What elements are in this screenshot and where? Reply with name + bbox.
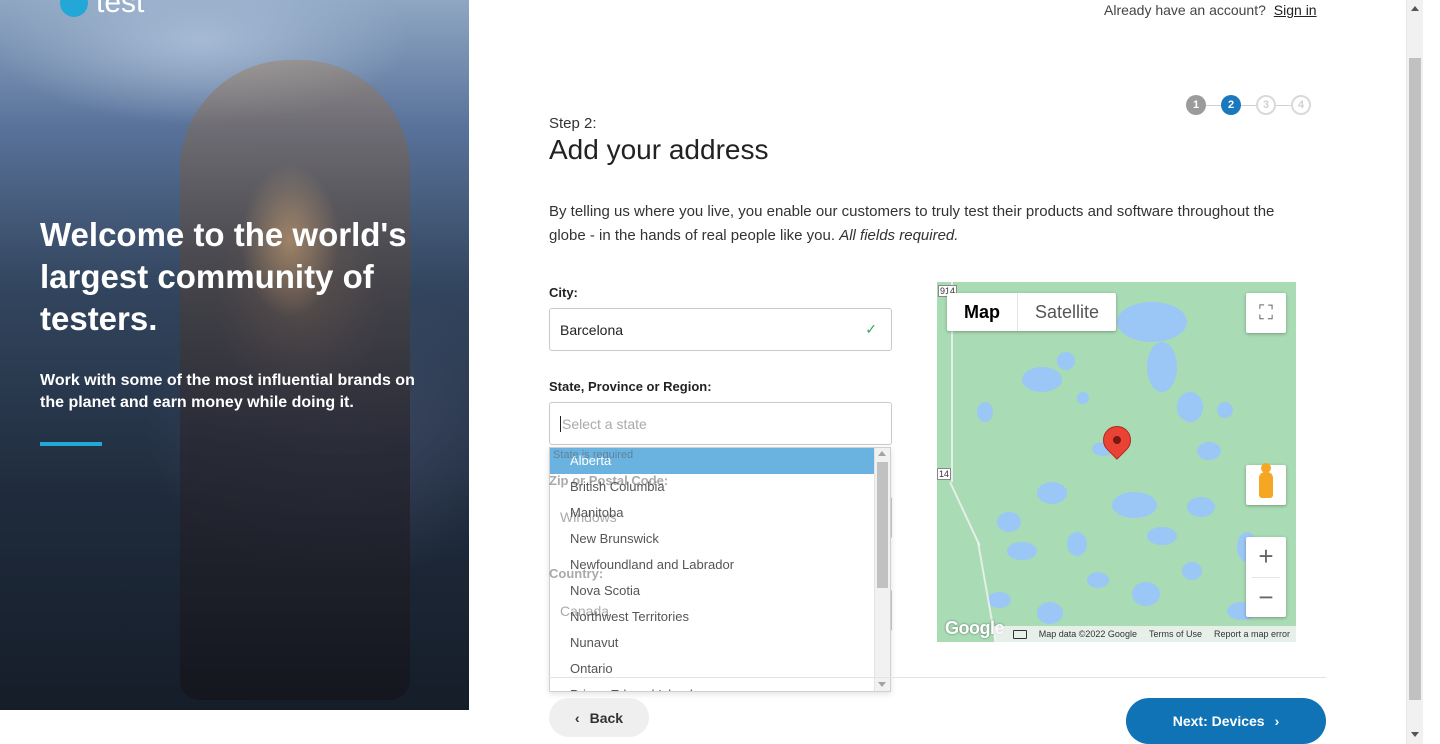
dropdown-scrollbar[interactable] <box>874 448 890 691</box>
next-button[interactable]: Next: Devices › <box>1126 698 1326 744</box>
step-4: 4 <box>1291 95 1311 115</box>
logo-text: test <box>96 0 145 19</box>
chevron-right-icon: › <box>1274 713 1280 729</box>
report-map-error-link[interactable]: Report a map error <box>1214 629 1290 639</box>
keyboard-shortcuts-icon[interactable] <box>1012 629 1027 639</box>
map-data-attribution: Map data ©2022 Google <box>1038 629 1137 639</box>
step-1: 1 <box>1186 95 1206 115</box>
scroll-down-arrow-icon[interactable] <box>878 682 886 687</box>
option-prince-edward-island[interactable]: Prince Edward Island <box>550 682 890 691</box>
zoom-out-button[interactable]: − <box>1246 577 1286 617</box>
hero-accent-bar <box>40 442 102 446</box>
hero-panel: test Welcome to the world's largest comm… <box>0 0 469 710</box>
progress-stepper: 1 2 3 4 <box>1186 95 1311 115</box>
scroll-down-arrow-icon[interactable] <box>1411 732 1419 737</box>
page-scroll-thumb[interactable] <box>1409 58 1421 700</box>
option-manitoba[interactable]: Manitoba <box>550 500 890 526</box>
city-label: City: <box>549 285 578 300</box>
step-connector <box>1276 104 1291 106</box>
satellite-view-button[interactable]: Satellite <box>1017 293 1116 331</box>
scroll-up-arrow-icon[interactable] <box>878 451 886 456</box>
step-label: Step 2: <box>549 115 597 132</box>
chevron-left-icon: ‹ <box>574 709 580 726</box>
logo-mark-icon <box>60 0 88 17</box>
map-type-toggle: Map Satellite <box>947 293 1117 331</box>
scroll-up-arrow-icon[interactable] <box>1411 6 1419 11</box>
city-value: Barcelona <box>560 321 624 338</box>
state-dropdown[interactable]: Alberta British Columbia Manitoba New Br… <box>549 447 891 692</box>
state-placeholder: Select a state <box>562 415 647 432</box>
back-label: Back <box>589 709 624 726</box>
terms-of-use-link[interactable]: Terms of Use <box>1149 629 1202 639</box>
page-scrollbar[interactable] <box>1406 0 1423 744</box>
pegman-icon <box>1259 463 1273 498</box>
state-select[interactable]: Select a state <box>549 402 892 445</box>
option-alberta[interactable]: Alberta <box>550 448 890 474</box>
footer-divider <box>549 677 1326 678</box>
step-2: 2 <box>1221 95 1241 115</box>
zoom-in-button[interactable]: + <box>1246 537 1286 577</box>
option-british-columbia[interactable]: British Columbia <box>550 474 890 500</box>
option-nova-scotia[interactable]: Nova Scotia <box>550 578 890 604</box>
state-options: Alberta British Columbia Manitoba New Br… <box>550 448 890 691</box>
text-cursor <box>560 415 561 432</box>
street-view-pegman-icon[interactable] <box>1246 463 1286 505</box>
step-3: 3 <box>1256 95 1276 115</box>
fullscreen-icon[interactable]: ⛶ <box>1246 293 1286 333</box>
hero-subline: Work with some of the most influential b… <box>40 372 415 411</box>
zoom-control: + − <box>1246 537 1286 617</box>
form-description: By telling us where you live, you enable… <box>549 200 1309 248</box>
option-nunavut[interactable]: Nunavut <box>550 630 890 656</box>
step-connector <box>1206 104 1221 106</box>
description-emphasis: All fields required. <box>839 227 959 244</box>
check-icon: ✓ <box>865 321 877 337</box>
logo: test <box>60 0 144 20</box>
option-ontario[interactable]: Ontario <box>550 656 890 682</box>
already-account-text: Already have an account? <box>1104 2 1266 18</box>
option-new-brunswick[interactable]: New Brunswick <box>550 526 890 552</box>
map-footer: Map data ©2022 Google Terms of Use Repor… <box>937 626 1296 642</box>
page-title: Add your address <box>549 134 769 165</box>
sign-in-link[interactable]: Sign in <box>1274 2 1317 18</box>
signin-prompt: Already have an account? Sign in <box>1104 2 1317 18</box>
next-label: Next: Devices <box>1172 713 1265 729</box>
option-northwest-territories[interactable]: Northwest Territories <box>550 604 890 630</box>
back-button[interactable]: ‹ Back <box>549 698 649 737</box>
location-map[interactable]: 914 14 Map Satellite ⛶ + − Google Map da… <box>937 282 1296 642</box>
hero-headline: Welcome to the world's largest community… <box>40 216 407 337</box>
option-newfoundland-and-labrador[interactable]: Newfoundland and Labrador <box>550 552 890 578</box>
city-input[interactable]: Barcelona ✓ <box>549 308 892 351</box>
route-14-shield: 14 <box>937 468 952 480</box>
state-label: State, Province or Region: <box>549 379 712 394</box>
dropdown-scroll-thumb[interactable] <box>877 462 888 588</box>
map-view-button[interactable]: Map <box>947 293 1017 331</box>
step-connector <box>1241 104 1256 106</box>
